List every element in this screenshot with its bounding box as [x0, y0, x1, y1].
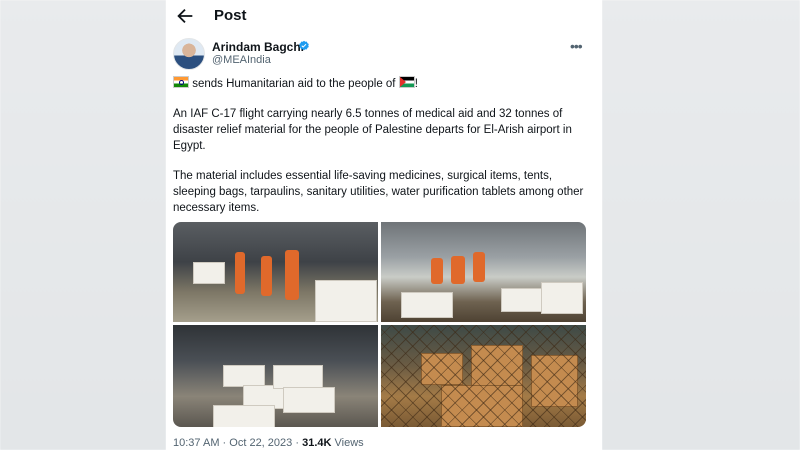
post-date[interactable]: Oct 22, 2023	[229, 437, 292, 449]
media-image-2[interactable]	[381, 222, 586, 322]
more-options-icon[interactable]: •••	[570, 38, 583, 54]
tweet-paragraph-1: An IAF C-17 flight carrying nearly 6.5 t…	[173, 108, 572, 152]
author-name[interactable]: Arindam Bagchi	[212, 40, 304, 54]
views-count[interactable]: 31.4K	[302, 437, 331, 449]
verified-badge-icon	[299, 40, 309, 51]
avatar[interactable]	[173, 38, 205, 70]
author-handle[interactable]: @MEAIndia	[212, 54, 271, 66]
tweet-line1-text: sends Humanitarian aid to the people of	[192, 78, 396, 90]
post-header: Post	[166, 0, 602, 34]
india-flag-icon	[173, 76, 189, 88]
palestine-flag-icon	[398, 76, 415, 88]
meta-separator-2: ·	[295, 437, 300, 449]
page-title: Post	[214, 7, 247, 24]
post-meta: 10:37 AM · Oct 22, 2023 · 31.4K Views	[173, 437, 364, 449]
tweet-line1: sends Humanitarian aid to the people of …	[173, 76, 418, 90]
media-grid	[173, 222, 586, 427]
media-image-3[interactable]	[173, 325, 378, 427]
views-label: Views	[334, 437, 364, 449]
tweet-paragraph-2: The material includes essential life-sav…	[173, 170, 584, 214]
post-card: Post Arindam Bagchi @MEAIndia ••• sends …	[166, 0, 602, 450]
media-image-4[interactable]	[381, 325, 586, 427]
media-image-1[interactable]	[173, 222, 378, 322]
background-right	[602, 0, 800, 450]
tweet-line1-end: !	[414, 78, 418, 90]
background-left	[0, 0, 166, 450]
back-arrow-icon[interactable]	[174, 5, 196, 27]
post-time[interactable]: 10:37 AM	[173, 437, 219, 449]
meta-separator: ·	[222, 437, 227, 449]
